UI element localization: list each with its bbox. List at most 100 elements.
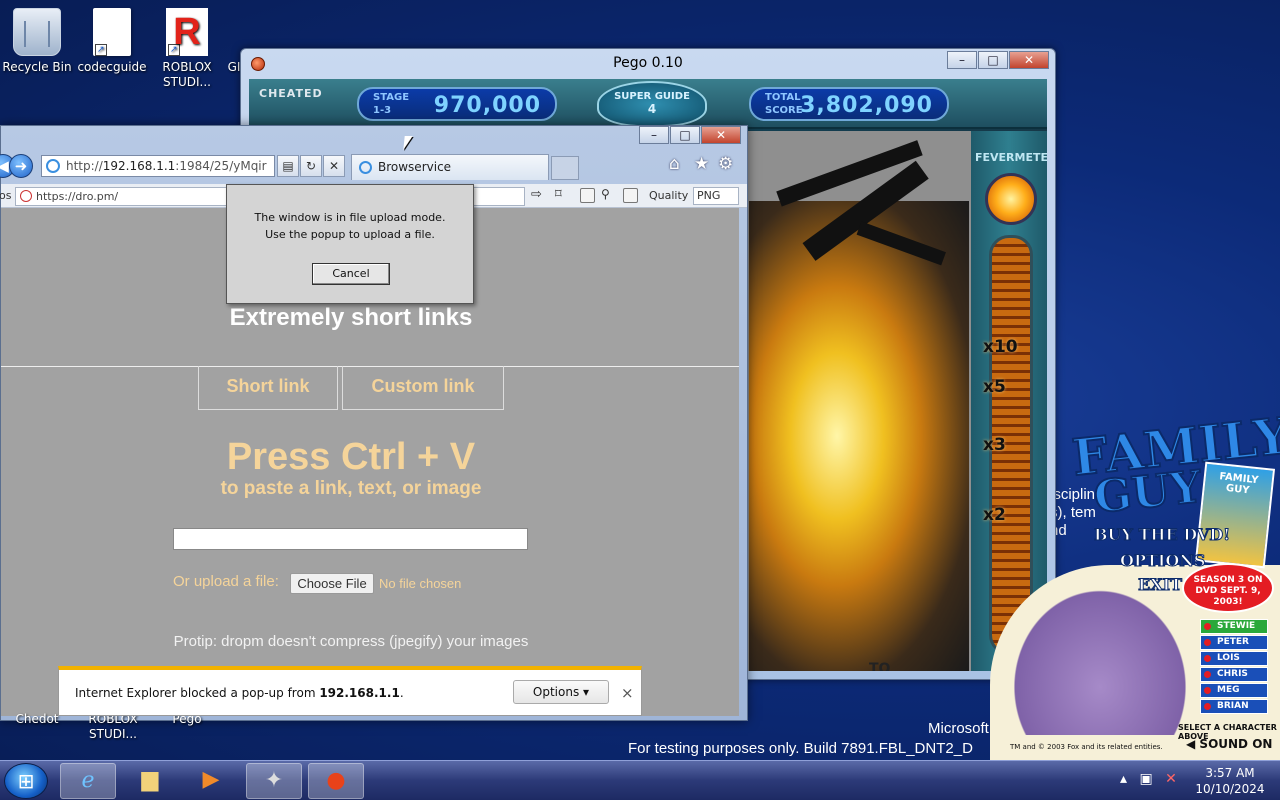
desktop-icon-roblox-studio-2[interactable]: ROBLOX STUDI... xyxy=(76,712,150,742)
upload-label: Or upload a file: xyxy=(173,573,279,590)
remote-address: https://dro.pm/ xyxy=(36,190,119,203)
volume-muted-icon[interactable]: ✕ xyxy=(1165,771,1177,787)
clipboard-icon[interactable] xyxy=(623,188,638,203)
system-clock[interactable]: 3:57 AM 10/10/2024 xyxy=(1190,765,1270,797)
dialog-line-1: The window is in file upload mode. xyxy=(254,211,446,224)
settings-gear-icon[interactable]: ⚙ xyxy=(718,154,733,174)
speaker-icon: ◀ xyxy=(1186,737,1196,751)
address-bar[interactable]: http://192.168.1.1:1984/25/yMqir xyxy=(41,155,275,177)
page-icon[interactable] xyxy=(580,188,595,203)
recycle-bin-icon xyxy=(13,8,61,56)
go-arrow-icon[interactable]: ⇨ xyxy=(531,188,546,203)
maximize-button[interactable]: □ xyxy=(670,126,700,144)
season-badge: SEASON 3 ON DVD SEPT. 9, 2003! xyxy=(1182,563,1274,613)
taskbar-file-explorer[interactable]: ▆ xyxy=(122,763,178,799)
refresh-button[interactable]: ↻ xyxy=(300,155,322,177)
watermark-line-2: For testing purposes only. Build 7891.FB… xyxy=(628,740,973,757)
short-link-tab[interactable]: Short link xyxy=(198,366,338,410)
address-rest: :1984/25/yMqir xyxy=(175,159,267,173)
start-button[interactable] xyxy=(4,763,48,799)
cancel-button[interactable]: Cancel xyxy=(312,263,390,285)
popup-blocked-message: Internet Explorer blocked a pop-up from … xyxy=(75,686,404,700)
score-bar: CHEATED STAGE 1-3 970,000 SUPER GUIDE 4 T… xyxy=(249,79,1047,129)
cheated-label: CHEATED xyxy=(259,87,323,100)
choose-file-button[interactable]: Choose File xyxy=(290,573,374,594)
clock-time: 3:57 AM xyxy=(1205,766,1255,780)
network-icon[interactable]: ▣ xyxy=(1139,771,1152,787)
custom-link-tab[interactable]: Custom link xyxy=(342,366,504,410)
taskbar-app[interactable]: ✦ xyxy=(246,763,302,799)
favorites-star-icon[interactable]: ★ xyxy=(694,154,709,174)
browser-titlebar[interactable] xyxy=(1,126,747,148)
sound-toggle[interactable]: ◀ SOUND ON xyxy=(1186,737,1272,751)
home-icon[interactable]: ⌂ xyxy=(669,154,680,174)
super-guide: SUPER GUIDE 4 xyxy=(597,81,707,127)
browser-nav-row: ◀ ➜ http://192.168.1.1:1984/25/yMqir ▤ ↻… xyxy=(0,152,747,180)
press-ctrl-v-heading: Press Ctrl + V xyxy=(226,436,476,478)
total-score: 3,802,090 xyxy=(800,93,933,118)
exit-link[interactable]: EXIT xyxy=(1138,575,1183,595)
trademark-text: TM and © 2003 Fox and its related entiti… xyxy=(1010,743,1163,751)
super-guide-label: SUPER GUIDE xyxy=(614,91,690,102)
character-brian[interactable]: BRIAN xyxy=(1200,699,1268,714)
quality-select[interactable]: PNG xyxy=(693,187,739,205)
buy-dvd-link[interactable]: BUY THE DVD! xyxy=(1093,525,1230,545)
taskbar-pego[interactable]: ● xyxy=(308,763,364,799)
minimize-button[interactable]: – xyxy=(639,126,669,144)
stop-button[interactable]: ✕ xyxy=(323,155,345,177)
desktop-icon-roblox-studio[interactable]: ROBLOX STUDI... xyxy=(150,8,224,90)
options-button[interactable]: Options ▾ xyxy=(513,680,609,704)
toolbar-prefix: os xyxy=(0,189,12,202)
character-list: STEWIE PETER LOIS CHRIS MEG BRIAN xyxy=(1200,619,1268,715)
compatibility-view-button[interactable]: ▤ xyxy=(277,155,299,177)
maximize-button[interactable]: □ xyxy=(978,51,1008,69)
minimize-button[interactable]: – xyxy=(947,51,977,69)
desktop-icon-label: GI xyxy=(227,60,241,74)
desktop-icon-recycle-bin[interactable]: Recycle Bin xyxy=(0,8,74,75)
page-headline: Extremely short links xyxy=(229,304,473,331)
character-peter[interactable]: PETER xyxy=(1200,635,1268,650)
document-shortcut-icon xyxy=(93,8,131,58)
new-tab-button[interactable] xyxy=(551,156,579,180)
desktop-icon-codecguide[interactable]: codecguide xyxy=(75,8,149,75)
stage-score: 970,000 xyxy=(433,93,541,118)
taskbar-internet-explorer[interactable]: ℯ xyxy=(60,763,116,799)
system-tray: ▴ ▣ ✕ xyxy=(1120,771,1177,787)
pego-icon: ● xyxy=(326,768,346,793)
address-host: 192.168.1.1 xyxy=(102,159,176,173)
family-guy-promo[interactable]: FAMILY GUY FAMILY GUY BUY THE DVD! OPTIO… xyxy=(990,405,1280,760)
multiplier-x10: x10 xyxy=(983,337,1018,357)
upload-mode-dialog: The window is in file upload mode. Use t… xyxy=(226,184,474,304)
chevron-down-icon: ▾ xyxy=(583,685,590,699)
clock-date: 10/10/2024 xyxy=(1195,782,1265,796)
score-label: SCORE xyxy=(765,105,803,116)
internet-explorer-icon xyxy=(46,159,60,173)
character-stewie[interactable]: STEWIE xyxy=(1200,619,1268,634)
pego-window-title: Pego 0.10 xyxy=(613,55,683,71)
forward-button[interactable]: ➜ xyxy=(9,154,33,178)
character-meg[interactable]: MEG xyxy=(1200,683,1268,698)
close-icon[interactable]: × xyxy=(621,684,634,702)
bookmark-icon[interactable]: ⌑ xyxy=(555,188,570,203)
quality-label: Quality xyxy=(649,189,689,202)
quality-value: PNG xyxy=(697,189,721,202)
taskbar-media-player[interactable]: ▶ xyxy=(183,763,239,799)
desktop-icon-label: Chedot xyxy=(15,712,59,726)
desktop-icon-label: ROBLOX STUDI... xyxy=(162,60,212,89)
media-player-icon: ▶ xyxy=(202,767,220,792)
stage-label: STAGE xyxy=(373,92,410,103)
show-hidden-icons-icon[interactable]: ▴ xyxy=(1120,771,1127,787)
protip-text: Protip: dropm doesn't compress (jpegify)… xyxy=(173,633,529,650)
character-lois[interactable]: LOIS xyxy=(1200,651,1268,666)
options-link[interactable]: OPTIONS xyxy=(1119,551,1205,571)
close-button[interactable]: ✕ xyxy=(701,126,741,144)
close-button[interactable]: ✕ xyxy=(1009,51,1049,69)
character-chris[interactable]: CHRIS xyxy=(1200,667,1268,682)
super-guide-count: 4 xyxy=(647,102,657,116)
paste-input[interactable] xyxy=(173,528,528,550)
popup-blocked-bar: Internet Explorer blocked a pop-up from … xyxy=(58,666,642,716)
find-binoculars-icon[interactable]: ⚲ xyxy=(601,188,616,203)
desktop-icon-label: ROBLOX STUDI... xyxy=(88,712,138,741)
tab-browservice[interactable]: Browservice xyxy=(351,154,549,180)
stage-score-box: STAGE 1-3 970,000 xyxy=(357,87,557,121)
